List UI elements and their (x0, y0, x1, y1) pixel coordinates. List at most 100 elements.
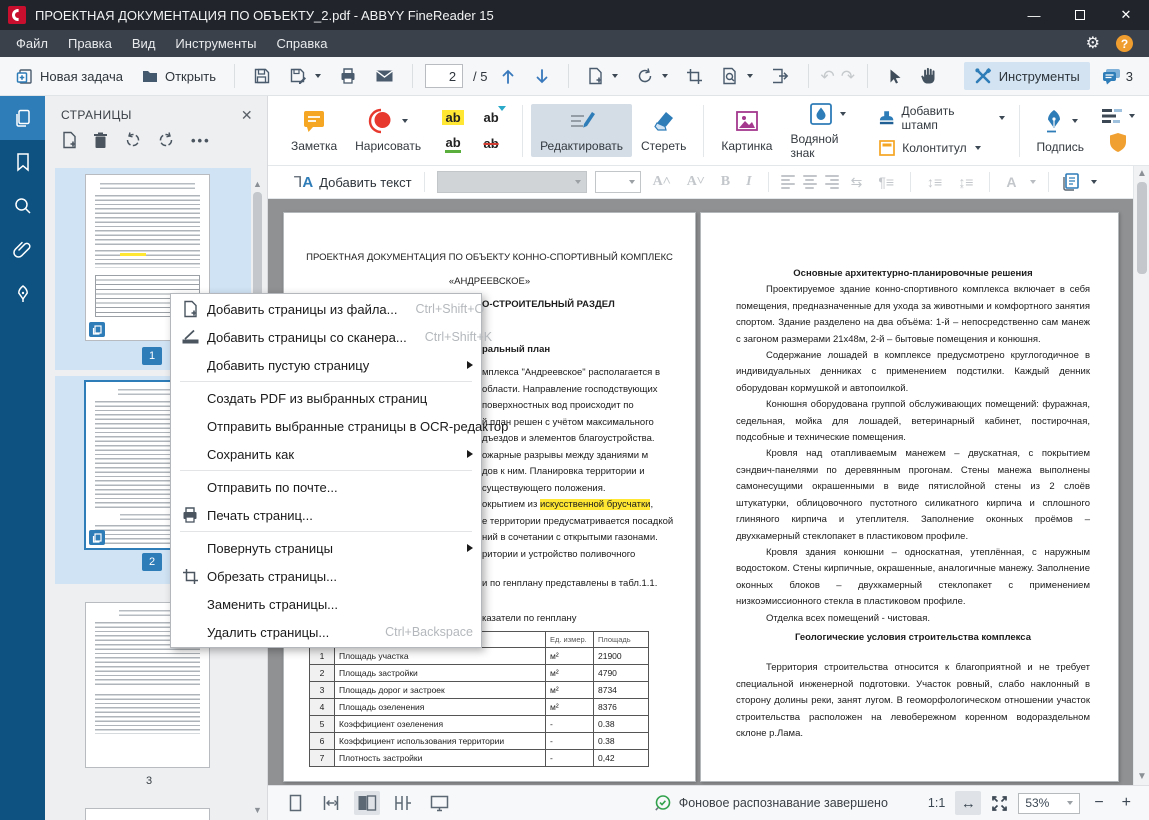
next-page-button[interactable] (528, 64, 556, 89)
zoom-level-select[interactable]: 53% (1018, 793, 1080, 814)
page-preview-button[interactable] (715, 63, 759, 89)
protect-shield-icon[interactable] (1108, 132, 1128, 154)
watermark-button[interactable]: Водяной знак (781, 97, 872, 164)
align-left-icon[interactable] (781, 175, 795, 189)
edit-button[interactable]: Редактировать (531, 104, 632, 157)
email-button[interactable] (369, 64, 400, 88)
context-menu-item-10[interactable]: Заменить страницы... (171, 590, 481, 618)
panel-add-page-icon[interactable] (61, 131, 78, 149)
view-fullscreen-button[interactable] (426, 791, 452, 815)
select-tool-button[interactable] (880, 64, 908, 89)
print-button[interactable] (333, 63, 363, 89)
note-button[interactable]: Заметка (282, 104, 346, 157)
open-button[interactable]: Открыть (135, 63, 222, 89)
font-family-select[interactable] (437, 171, 587, 193)
undo-icon[interactable]: ↶ (821, 68, 835, 85)
doc-scroll-up-icon[interactable]: ▲ (1134, 167, 1149, 181)
view-continuous-button[interactable] (390, 791, 416, 815)
header-footer-button[interactable]: Колонтитул (878, 139, 1004, 157)
text-direction-icon[interactable]: ⇆ (847, 174, 867, 191)
menu-item-2[interactable]: Вид (122, 32, 166, 55)
signature-button[interactable]: Подпись (1028, 104, 1094, 158)
panel-delete-icon[interactable] (93, 132, 108, 149)
page-number-input[interactable] (425, 64, 463, 88)
close-button[interactable]: ✕ (1103, 0, 1149, 30)
zoom-out-button[interactable]: − (1090, 794, 1107, 812)
add-stamp-button[interactable]: Добавить штамп (878, 104, 1004, 132)
line-spacing-increase-icon[interactable]: ↕≡ (923, 174, 946, 190)
menu-item-0[interactable]: Файл (6, 32, 58, 55)
menu-item-3[interactable]: Инструменты (165, 32, 266, 55)
view-fit-page-button[interactable] (318, 791, 344, 815)
fit-width-button[interactable]: ↔ (955, 791, 981, 815)
panel-rotate-right-icon[interactable] (157, 131, 176, 149)
font-color-button[interactable]: A (1002, 174, 1020, 190)
context-menu-item-6[interactable]: Отправить по почте... (171, 473, 481, 501)
new-task-button[interactable]: Новая задача (10, 63, 129, 89)
doc-scroll-down-icon[interactable]: ▼ (1134, 770, 1149, 784)
context-menu-item-11[interactable]: Удалить страницы...Ctrl+Backspace (171, 618, 481, 646)
page-layout-button[interactable] (1061, 172, 1081, 192)
panel-scroll-up-icon[interactable]: ▲ (251, 178, 264, 190)
save-button[interactable] (247, 63, 277, 89)
menu-item-4[interactable]: Справка (266, 32, 337, 55)
panel-close-icon[interactable]: ✕ (241, 108, 253, 122)
underline-color-button[interactable]: ab (472, 105, 510, 131)
tools-panel-button[interactable]: Инструменты (964, 62, 1090, 90)
maximize-button[interactable] (1057, 0, 1103, 30)
paragraph-marks-icon[interactable]: ¶≡ (874, 174, 898, 190)
panel-scrollbar-thumb[interactable] (253, 192, 262, 300)
view-two-pages-button[interactable] (354, 791, 380, 815)
increase-font-button[interactable]: A˄ (649, 174, 675, 190)
highlight-button[interactable]: ab (434, 105, 472, 131)
italic-button[interactable]: I (742, 174, 755, 190)
save-as-button[interactable] (283, 63, 327, 89)
line-spacing-decrease-icon[interactable]: ↨≡ (954, 174, 977, 190)
picture-button[interactable]: Картинка (712, 104, 781, 157)
export-button[interactable] (765, 63, 796, 89)
rail-attachments-tab[interactable] (0, 228, 45, 272)
add-text-button[interactable]: ꞀA Добавить текст (294, 173, 412, 191)
underline-button[interactable]: ab (434, 131, 472, 157)
context-menu-item-5[interactable]: Сохранить как (171, 440, 481, 468)
context-menu-item-8[interactable]: Повернуть страницы (171, 534, 481, 562)
page-thumbnail-4-partial[interactable] (85, 808, 210, 820)
context-menu-item-9[interactable]: Обрезать страницы... (171, 562, 481, 590)
context-menu-item-7[interactable]: Печать страниц... (171, 501, 481, 529)
help-icon[interactable]: ? (1116, 35, 1133, 52)
comments-button[interactable]: 3 (1096, 64, 1139, 89)
previous-page-button[interactable] (494, 64, 522, 89)
bold-button[interactable]: B (717, 174, 734, 190)
settings-gear-icon[interactable]: ⚙ (1086, 36, 1100, 52)
minimize-button[interactable]: — (1011, 0, 1057, 30)
context-menu-item-2[interactable]: Добавить пустую страницу (171, 351, 481, 379)
erase-button[interactable]: Стереть (632, 104, 695, 157)
strikethrough-button[interactable]: ab (472, 131, 510, 157)
context-menu-item-4[interactable]: Отправить выбранные страницы в OCR-редак… (171, 412, 481, 440)
crop-button[interactable] (680, 64, 709, 89)
panel-scroll-down-icon[interactable]: ▼ (251, 804, 264, 816)
redact-button[interactable] (1101, 108, 1135, 124)
hand-tool-button[interactable] (914, 63, 943, 89)
align-center-icon[interactable] (803, 175, 817, 189)
context-menu-item-0[interactable]: Добавить страницы из файла...Ctrl+Shift+… (171, 295, 481, 323)
panel-rotate-left-icon[interactable] (123, 131, 142, 149)
redo-icon[interactable]: ↷ (841, 68, 855, 85)
context-menu-item-1[interactable]: Добавить страницы со сканера...Ctrl+Shif… (171, 323, 481, 351)
document-page-right[interactable]: Основные архитектурно-планировочные реше… (700, 212, 1119, 782)
actual-size-button[interactable]: 1:1 (928, 796, 945, 810)
context-menu-item-3[interactable]: Создать PDF из выбранных страниц (171, 384, 481, 412)
rail-bookmarks-tab[interactable] (0, 140, 45, 184)
menu-item-1[interactable]: Правка (58, 32, 122, 55)
doc-scrollbar-thumb[interactable] (1137, 182, 1147, 274)
fit-screen-icon[interactable] (991, 795, 1008, 812)
draw-button[interactable]: Нарисовать (346, 104, 430, 157)
view-single-page-button[interactable] (282, 791, 308, 815)
panel-more-icon[interactable]: ••• (191, 133, 211, 148)
document-scrollbar[interactable]: ▲ ▼ (1133, 166, 1149, 785)
zoom-in-button[interactable]: + (1118, 794, 1135, 812)
decrease-font-button[interactable]: A˅ (683, 174, 709, 190)
add-pages-button[interactable] (581, 63, 624, 89)
rotate-button[interactable] (630, 63, 674, 89)
rail-pages-tab[interactable] (0, 96, 45, 140)
